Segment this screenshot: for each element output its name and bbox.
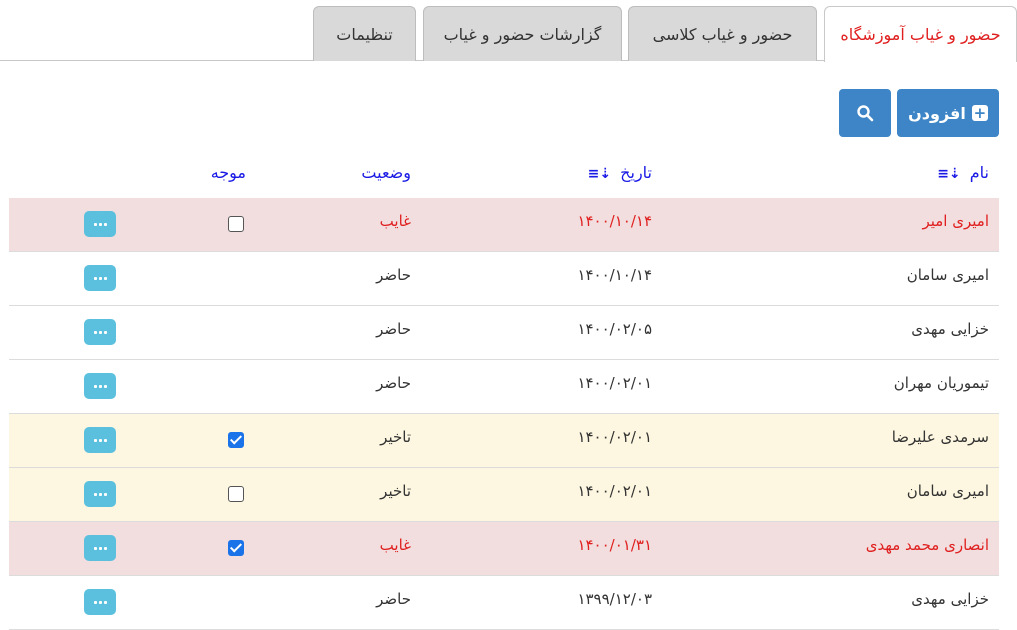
cell-status: غایب bbox=[379, 536, 411, 554]
ellipsis-dot-icon bbox=[93, 438, 97, 442]
cell-name: امیری امیر bbox=[922, 212, 989, 230]
ellipsis-dot-icon bbox=[103, 600, 107, 604]
table-row: سرمدی علیرضا ۱۴۰۰/۰۲/۰۱ تاخیر bbox=[9, 414, 999, 468]
cell-date: ۱۴۰۰/۱۰/۱۴ bbox=[577, 266, 652, 284]
ellipsis-dot-icon bbox=[93, 384, 97, 388]
table-row: خزایی مهدی ۱۳۹۹/۱۲/۰۳ حاضر bbox=[9, 576, 999, 630]
ellipsis-dot-icon bbox=[93, 276, 97, 280]
cell-status: حاضر bbox=[376, 320, 411, 338]
ellipsis-dot-icon bbox=[93, 600, 97, 604]
cell-date: ۱۴۰۰/۰۲/۰۵ bbox=[577, 320, 652, 338]
ellipsis-dot-icon bbox=[103, 492, 107, 496]
ellipsis-dot-icon bbox=[93, 492, 97, 496]
ellipsis-dot-icon bbox=[103, 438, 107, 442]
column-header-name[interactable]: نام ⇣≡ bbox=[937, 158, 989, 198]
cell-status: حاضر bbox=[376, 266, 411, 284]
ellipsis-dot-icon bbox=[103, 222, 107, 226]
cell-name: خزایی مهدی bbox=[911, 320, 989, 338]
ellipsis-dot-icon bbox=[98, 330, 102, 334]
row-actions-button[interactable] bbox=[84, 427, 116, 453]
search-button[interactable] bbox=[839, 89, 891, 137]
column-header-status: وضعیت bbox=[361, 163, 411, 182]
ellipsis-dot-icon bbox=[98, 492, 102, 496]
sort-icon: ⇣≡ bbox=[937, 166, 961, 182]
tab-settings[interactable]: تنظیمات bbox=[313, 6, 416, 61]
plus-square-icon: + bbox=[971, 104, 988, 122]
cell-status: غایب bbox=[379, 212, 411, 230]
ellipsis-dot-icon bbox=[93, 222, 97, 226]
ellipsis-dot-icon bbox=[98, 600, 102, 604]
cell-date: ۱۴۰۰/۰۱/۳۱ bbox=[577, 536, 652, 554]
row-actions-button[interactable] bbox=[84, 481, 116, 507]
cell-status: تاخیر bbox=[380, 482, 411, 500]
table-row: امیری امیر ۱۴۰۰/۱۰/۱۴ غایب bbox=[9, 198, 999, 252]
table-row: امیری سامان ۱۴۰۰/۱۰/۱۴ حاضر bbox=[9, 252, 999, 306]
ellipsis-dot-icon bbox=[93, 546, 97, 550]
cell-date: ۱۴۰۰/۱۰/۱۴ bbox=[577, 212, 652, 230]
row-actions-button[interactable] bbox=[84, 535, 116, 561]
table-row: خزایی مهدی ۱۴۰۰/۰۲/۰۵ حاضر bbox=[9, 306, 999, 360]
tab-school-attendance[interactable]: حضور و غیاب آموزشگاه bbox=[824, 6, 1017, 62]
cell-name: تیموریان مهران bbox=[893, 374, 989, 392]
cell-name: امیری سامان bbox=[906, 482, 989, 500]
ellipsis-dot-icon bbox=[103, 546, 107, 550]
search-icon bbox=[857, 105, 874, 122]
table-row: انصاری محمد مهدی ۱۴۰۰/۰۱/۳۱ غایب bbox=[9, 522, 999, 576]
ellipsis-dot-icon bbox=[98, 438, 102, 442]
ellipsis-dot-icon bbox=[98, 384, 102, 388]
excused-checkbox[interactable] bbox=[228, 486, 244, 502]
cell-status: تاخیر bbox=[380, 428, 411, 446]
row-actions-button[interactable] bbox=[84, 589, 116, 615]
excused-checkbox[interactable] bbox=[228, 432, 244, 448]
table-row: امیری سامان ۱۴۰۰/۰۲/۰۱ تاخیر bbox=[9, 468, 999, 522]
ellipsis-dot-icon bbox=[93, 330, 97, 334]
cell-name: امیری سامان bbox=[906, 266, 989, 284]
cell-status: حاضر bbox=[376, 590, 411, 608]
row-actions-button[interactable] bbox=[84, 211, 116, 237]
table-header: نام ⇣≡ تاریخ ⇣≡ وضعیت موجه bbox=[9, 158, 999, 198]
tab-attendance-reports[interactable]: گزارشات حضور و غیاب bbox=[423, 6, 622, 61]
attendance-table-body: امیری امیر ۱۴۰۰/۱۰/۱۴ غایب امیری سامان ۱۴۰۰/… bbox=[9, 198, 999, 630]
ellipsis-dot-icon bbox=[103, 276, 107, 280]
add-button[interactable]: + افزودن bbox=[897, 89, 999, 137]
ellipsis-dot-icon bbox=[98, 222, 102, 226]
ellipsis-dot-icon bbox=[103, 384, 107, 388]
cell-date: ۱۴۰۰/۰۲/۰۱ bbox=[577, 428, 652, 446]
row-actions-button[interactable] bbox=[84, 265, 116, 291]
excused-checkbox[interactable] bbox=[228, 540, 244, 556]
ellipsis-dot-icon bbox=[98, 546, 102, 550]
excused-checkbox[interactable] bbox=[228, 216, 244, 232]
tab-class-attendance[interactable]: حضور و غیاب کلاسی bbox=[628, 6, 817, 61]
cell-date: ۱۴۰۰/۰۲/۰۱ bbox=[577, 482, 652, 500]
row-actions-button[interactable] bbox=[84, 373, 116, 399]
tab-bar: حضور و غیاب آموزشگاه حضور و غیاب کلاسی گ… bbox=[0, 0, 1017, 62]
cell-date: ۱۳۹۹/۱۲/۰۳ bbox=[577, 590, 652, 608]
ellipsis-dot-icon bbox=[103, 330, 107, 334]
cell-name: خزایی مهدی bbox=[911, 590, 989, 608]
ellipsis-dot-icon bbox=[98, 276, 102, 280]
column-header-date[interactable]: تاریخ ⇣≡ bbox=[588, 158, 652, 198]
add-button-label: افزودن bbox=[908, 103, 966, 123]
cell-name: سرمدی علیرضا bbox=[891, 428, 989, 446]
cell-name: انصاری محمد مهدی bbox=[865, 536, 989, 554]
table-row: تیموریان مهران ۱۴۰۰/۰۲/۰۱ حاضر bbox=[9, 360, 999, 414]
cell-date: ۱۴۰۰/۰۲/۰۱ bbox=[577, 374, 652, 392]
sort-icon: ⇣≡ bbox=[587, 166, 612, 182]
cell-status: حاضر bbox=[376, 374, 411, 392]
row-actions-button[interactable] bbox=[84, 319, 116, 345]
column-header-excused: موجه bbox=[210, 163, 246, 182]
